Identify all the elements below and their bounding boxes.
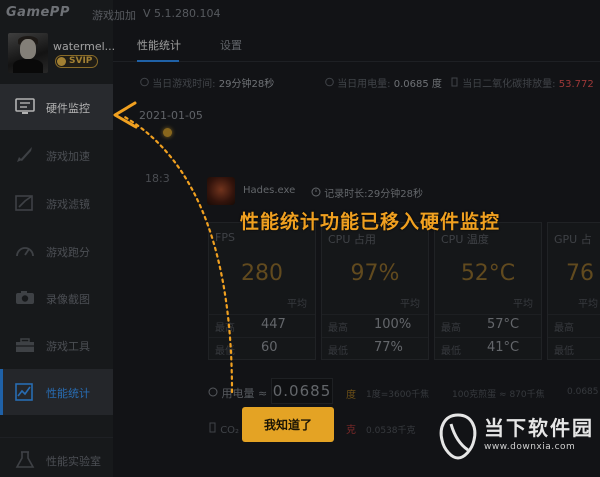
watermark-url: www.downxia.com bbox=[484, 442, 576, 452]
watermark-text: 当下软件园 bbox=[484, 416, 594, 440]
guide-arrow-icon bbox=[113, 101, 234, 394]
watermark: 当下软件园 www.downxia.com bbox=[434, 408, 600, 468]
tooltip-message: 性能统计功能已移入硬件监控 bbox=[240, 211, 501, 233]
watermark-logo-icon bbox=[439, 413, 477, 460]
got-it-button[interactable]: 我知道了 bbox=[242, 407, 334, 442]
